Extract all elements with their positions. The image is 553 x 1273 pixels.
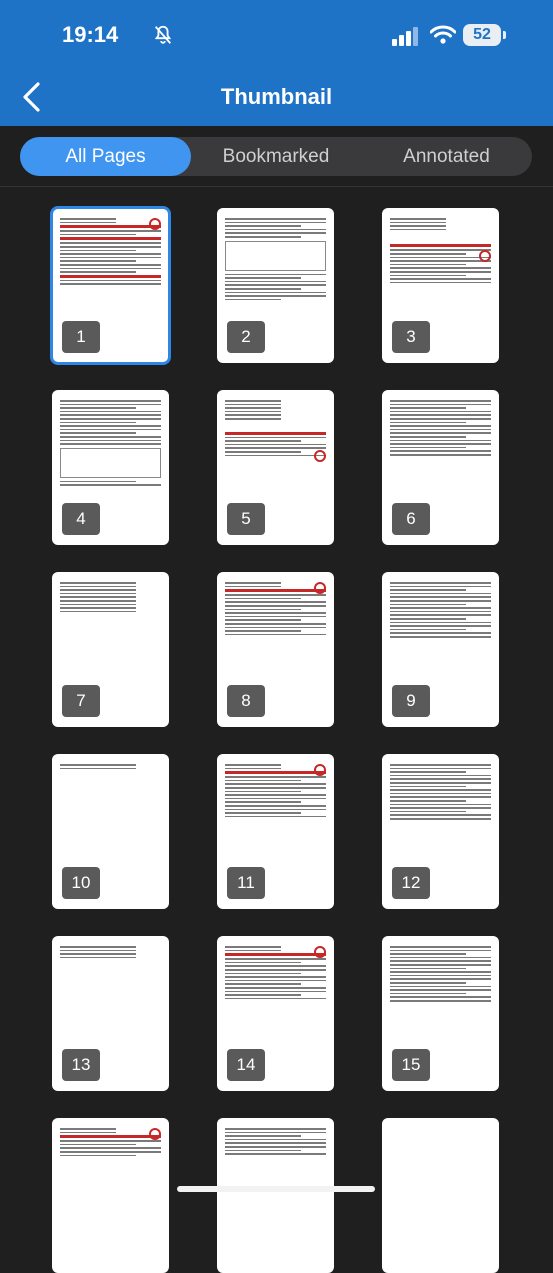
app-header: Thumbnail [0,68,553,126]
page-number-badge: 1 [62,321,100,353]
thumbnail-grid: 1 2 3 4 5 6 7 8 9 10 11 12 13 14 15 [0,190,553,1273]
page-number-badge: 11 [227,867,265,899]
page-number-badge: 8 [227,685,265,717]
battery-nub [503,31,506,39]
page-number-badge: 9 [392,685,430,717]
page-thumbnail[interactable]: 5 [217,390,334,545]
page-thumbnail[interactable]: 12 [382,754,499,909]
page-thumbnail[interactable] [217,1118,334,1273]
page-thumbnail[interactable]: 11 [217,754,334,909]
page-number-badge: 2 [227,321,265,353]
page-thumbnail[interactable] [382,1118,499,1273]
page-thumbnail[interactable]: 2 [217,208,334,363]
page-thumbnail[interactable] [52,1118,169,1273]
page-thumbnail[interactable]: 7 [52,572,169,727]
home-indicator[interactable] [177,1186,375,1192]
page-preview [60,1126,161,1265]
status-time: 19:14 [62,22,119,47]
status-bar: 19:14 52 [0,0,553,68]
page-preview [390,1126,491,1265]
tab-bookmarked[interactable]: Bookmarked [191,137,361,176]
page-number-badge: 5 [227,503,265,535]
page-number-badge: 10 [62,867,100,899]
page-number-badge: 3 [392,321,430,353]
page-thumbnail[interactable]: 9 [382,572,499,727]
page-thumbnail[interactable]: 8 [217,572,334,727]
page-thumbnail[interactable]: 14 [217,936,334,1091]
page-thumbnail[interactable]: 10 [52,754,169,909]
page-thumbnail[interactable]: 13 [52,936,169,1091]
page-thumbnail[interactable]: 1 [50,206,171,365]
page-number-badge: 7 [62,685,100,717]
cellular-signal-icon [392,27,418,46]
segmented-tabs: All Pages Bookmarked Annotated [20,137,532,176]
tab-all-pages[interactable]: All Pages [20,137,191,176]
page-thumbnail[interactable]: 15 [382,936,499,1091]
bell-muted-icon [154,25,172,44]
tab-annotated[interactable]: Annotated [361,137,532,176]
page-thumbnail[interactable]: 3 [382,208,499,363]
page-number-badge: 4 [62,503,100,535]
wifi-icon [430,25,456,44]
page-title: Thumbnail [220,84,333,109]
page-thumbnail[interactable]: 6 [382,390,499,545]
page-number-badge: 6 [392,503,430,535]
page-number-badge: 15 [392,1049,430,1081]
page-number-badge: 13 [62,1049,100,1081]
page-number-badge: 14 [227,1049,265,1081]
page-preview [225,1126,326,1265]
battery-indicator: 52 [463,24,501,46]
divider [0,186,553,187]
page-thumbnail[interactable]: 4 [52,390,169,545]
page-number-badge: 12 [392,867,430,899]
